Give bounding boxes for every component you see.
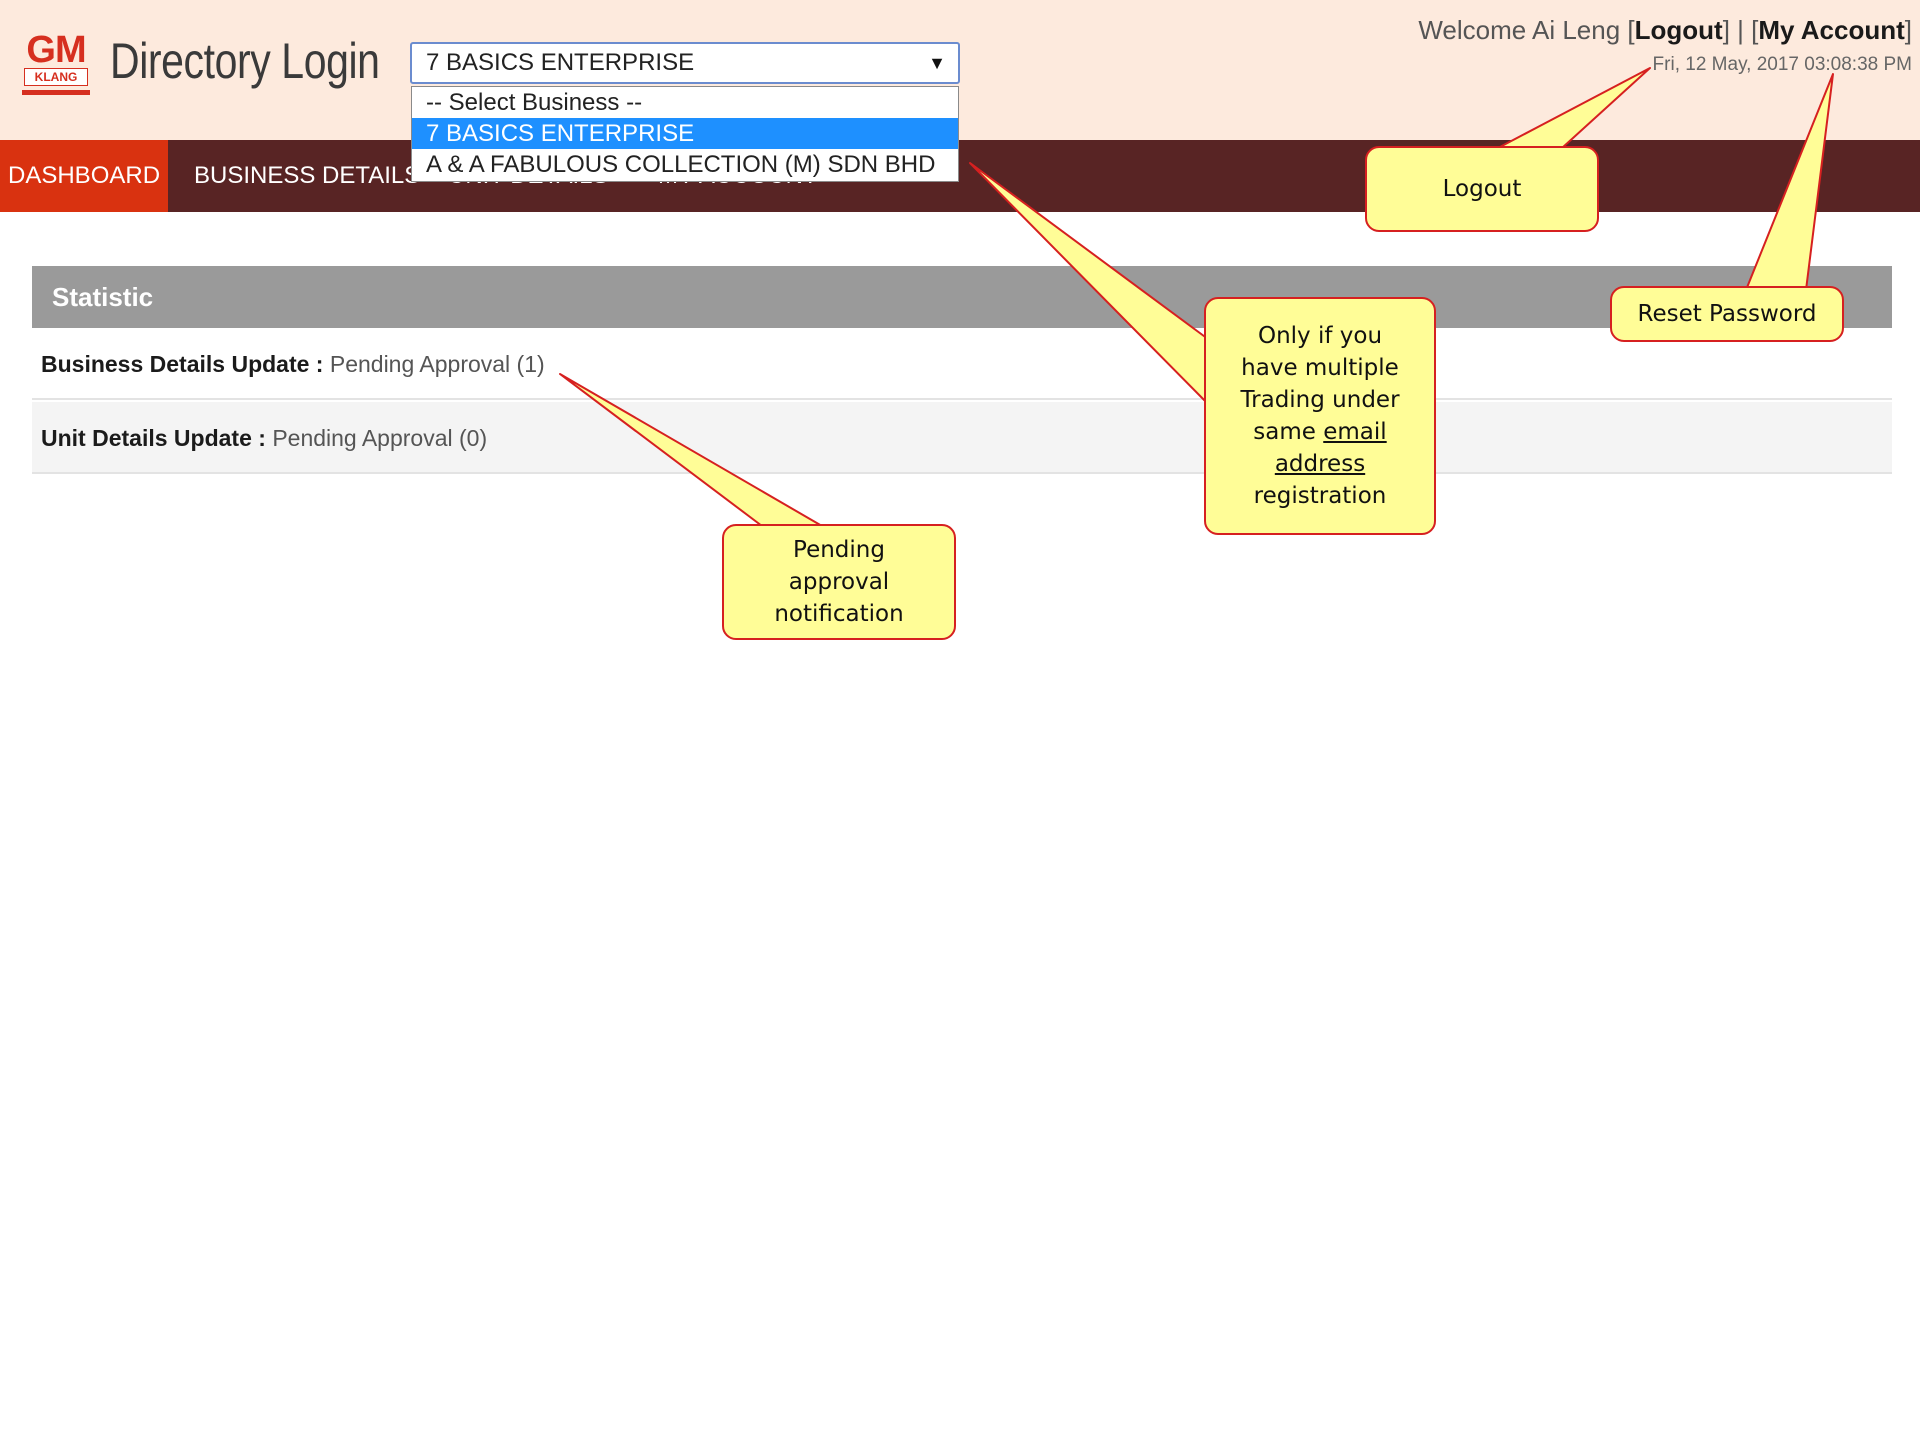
callout-line: Trading under	[1240, 387, 1400, 413]
logout-callout-pointer	[1497, 67, 1651, 149]
multiple-trading-callout-pointer	[969, 162, 1213, 409]
reset-password-callout-text: Reset Password	[1637, 301, 1817, 327]
callout-line-underlined: email	[1323, 419, 1387, 445]
logout-callout-text: Logout	[1442, 176, 1522, 202]
callout-line: Pending	[793, 537, 885, 563]
callout-pointers	[559, 67, 1834, 527]
logout-callout: Logout	[1365, 146, 1599, 232]
pending-approval-callout-text: Pending approval notification	[774, 534, 903, 630]
callout-line-underlined: address	[1274, 451, 1366, 477]
pending-approval-callout: Pending approval notification	[722, 524, 956, 640]
pending-approval-callout-pointer	[559, 373, 823, 527]
multiple-trading-callout: Only if you have multiple Trading under …	[1204, 297, 1436, 535]
reset-password-callout-pointer	[1745, 73, 1834, 291]
callout-line: Only if you	[1257, 323, 1383, 349]
multiple-trading-callout-text: Only if you have multiple Trading under …	[1240, 320, 1399, 512]
callout-line: registration	[1253, 483, 1387, 509]
callout-line: notification	[774, 601, 904, 627]
callout-line: have multiple	[1241, 355, 1399, 381]
callout-line-part: same	[1253, 419, 1324, 445]
callout-line: approval	[788, 569, 890, 595]
callout-line: same email	[1240, 416, 1399, 448]
reset-password-callout: Reset Password	[1610, 286, 1844, 342]
